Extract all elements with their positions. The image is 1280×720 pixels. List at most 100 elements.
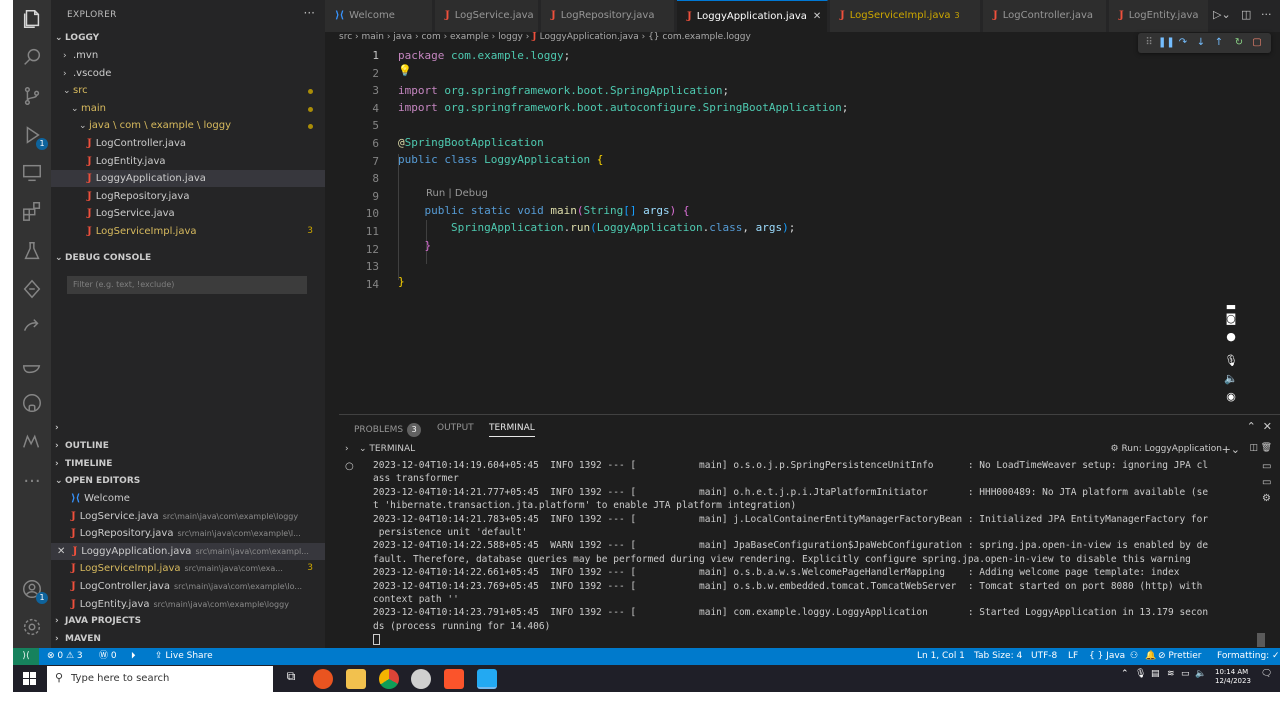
status-prettier[interactable]: ⊘ Prettier (1158, 648, 1202, 665)
ubuntu-app-icon[interactable] (313, 669, 333, 689)
record-icon[interactable]: ● (1221, 330, 1241, 346)
java-projects-section[interactable]: › JAVA PROJECTS (51, 613, 325, 630)
account-icon[interactable]: 1 (20, 578, 48, 604)
breadcrumb-segment[interactable]: java (393, 32, 412, 42)
editor-tab[interactable]: J LoggyApplication.java ✕ (677, 0, 828, 32)
remote-explorer-icon[interactable] (20, 162, 44, 186)
run-file-icon[interactable]: ▷⌄ (1213, 8, 1231, 21)
open-editor-item[interactable]: J LogEntity.java src\main\java\com\example… (51, 596, 325, 613)
editor-more-icon[interactable]: ··· (1261, 8, 1272, 21)
extensions-icon[interactable] (20, 200, 44, 224)
close-panel-icon[interactable]: ✕ (1263, 420, 1272, 433)
source-control-icon[interactable] (20, 85, 44, 109)
status-formatting[interactable]: Formatting: ✓ (1217, 648, 1280, 665)
terminal-toggle-icon[interactable]: › (345, 444, 349, 454)
tray-volume-icon[interactable]: 🔈 (1195, 669, 1206, 679)
tray-microphone-icon[interactable]: 🎙 (1135, 669, 1146, 679)
debug-console-header[interactable]: ⌄ DEBUG CONSOLE (51, 250, 325, 267)
status-tab-size[interactable]: Tab Size: 4 (974, 648, 1022, 665)
file-explorer-icon[interactable] (346, 669, 366, 689)
terminal-run-tab[interactable]: ⚙ Run: LoggyApplication (1111, 444, 1223, 454)
status-cursor[interactable]: Ln 1, Col 1 (917, 648, 965, 665)
tray-wifi-icon[interactable]: ≋ (1167, 669, 1175, 679)
file-tree-item[interactable]: › .mvn (51, 47, 325, 64)
windows-start-icon[interactable] (23, 672, 37, 686)
editor-tab[interactable]: J LogController.java (983, 0, 1107, 32)
status-debug-icon[interactable]: ⏵ (131, 648, 136, 665)
breadcrumb-segment[interactable]: com (421, 32, 440, 42)
breadcrumb-segment[interactable]: src (339, 32, 352, 42)
editor-tab[interactable]: J LogService.java (435, 0, 539, 32)
docker-icon[interactable] (20, 354, 44, 378)
split-editor-icon[interactable]: ◫ (1241, 8, 1251, 21)
tray-clock[interactable]: 10:14 AM 12/4/2023 (1215, 668, 1251, 686)
vscode-taskbar-icon[interactable] (477, 669, 497, 689)
live-share-icon[interactable] (20, 316, 44, 340)
file-tree-item[interactable]: › .vscode (51, 65, 325, 82)
explorer-collapsed-section[interactable]: › (51, 420, 325, 437)
timeline-section[interactable]: › TIMELINE (51, 456, 325, 473)
terminal-side-icon[interactable]: ⚙ (1262, 493, 1271, 504)
camera-icon[interactable]: ◙ (1221, 312, 1241, 328)
project-folder[interactable]: ⌄ LOGGY (51, 30, 325, 47)
outline-section[interactable]: › OUTLINE (51, 438, 325, 455)
breadcrumb-file[interactable]: LoggyApplication.java (540, 32, 639, 42)
breadcrumb-symbol[interactable]: {} com.example.loggy (648, 32, 751, 42)
status-ports[interactable]: Ⓦ 0 (99, 648, 117, 665)
status-language[interactable]: { } Java (1089, 648, 1125, 665)
more-icon[interactable]: ··· (20, 470, 44, 494)
breadcrumb-segment[interactable]: main (361, 32, 384, 42)
github-icon[interactable] (20, 392, 44, 416)
open-editor-item[interactable]: ✕ J LoggyApplication.java src\main\java\co… (51, 542, 325, 560)
webcam-icon[interactable]: ◉ (1221, 390, 1241, 406)
tray-chevron-icon[interactable]: ⌃ (1121, 669, 1129, 679)
debug-filter-input[interactable]: Filter (e.g. text, !exclude) (67, 276, 307, 294)
lightbulb-icon[interactable]: 💡 (398, 64, 412, 77)
status-notify-icon[interactable]: 🔔 (1145, 648, 1156, 665)
split-terminal-icon[interactable]: ◫ (1249, 443, 1258, 453)
settings-gear-icon[interactable] (20, 616, 44, 640)
file-tree-item[interactable]: J LogEntity.java (51, 153, 325, 170)
kill-terminal-icon[interactable]: 🗑 (1261, 443, 1272, 453)
terminal-side-icon[interactable]: ▭ (1262, 461, 1271, 472)
gitlens-icon[interactable] (20, 278, 44, 302)
codelens-run-debug[interactable]: Run | Debug (426, 188, 488, 199)
new-terminal-icon[interactable]: +⌄ (1222, 443, 1240, 456)
breadcrumb-segment[interactable]: loggy (498, 32, 523, 42)
testing-icon[interactable] (20, 240, 44, 264)
status-encoding[interactable]: UTF-8 (1031, 648, 1057, 665)
maven-section[interactable]: › MAVEN (51, 631, 325, 648)
panel-tab[interactable]: TERMINAL (489, 423, 535, 437)
editor-tab[interactable]: J LogEntity.java (1109, 0, 1209, 32)
tray-network-icon[interactable]: ▤ (1151, 669, 1160, 679)
search-icon[interactable] (20, 46, 44, 70)
chrome-icon[interactable] (379, 669, 399, 689)
close-tab-icon[interactable]: ✕ (813, 11, 821, 22)
panel-tab[interactable]: OUTPUT (437, 423, 474, 433)
file-tree-item[interactable]: ⌄ src (51, 82, 325, 99)
terminal-output[interactable]: 2023-12-04T10:14:19.604+05:45 INFO 1392 … (373, 459, 1253, 649)
terminal-side-icon[interactable]: ▭ (1262, 477, 1271, 488)
explorer-icon[interactable] (20, 8, 44, 32)
open-editor-item[interactable]: J LogRepository.java src\main\java\com\exa… (51, 525, 325, 542)
explorer-more-icon[interactable]: ··· (304, 6, 315, 20)
editor-tab[interactable]: ⟩⟨ Welcome (325, 0, 433, 32)
notification-icon[interactable]: 🗨 (1261, 669, 1272, 679)
open-editor-item[interactable]: J LogServiceImpl.java src\main\java\com\ex… (51, 560, 325, 577)
file-tree-item[interactable]: J LogRepository.java (51, 188, 325, 205)
task-view-icon[interactable]: ⧉ (281, 669, 301, 689)
breadcrumb-segment[interactable]: example (450, 32, 489, 42)
status-extension-icon[interactable]: ⚇ (1130, 648, 1138, 665)
maximize-panel-icon[interactable]: ⌃ (1247, 420, 1256, 433)
close-editor-icon[interactable]: ✕ (57, 546, 69, 557)
open-editor-item[interactable]: J LogController.java src\main\java\com\exa… (51, 578, 325, 595)
code-editor[interactable]: 1 2 3 4 5 6 7 8 9 10 11 12 13 14 package com.example.… (339, 46, 1280, 408)
open-editor-item[interactable]: ⟩⟨ Welcome (51, 490, 325, 507)
taskbar-search-input[interactable]: Type here to search (47, 666, 273, 692)
editor-tab[interactable]: J LogRepository.java (541, 0, 675, 32)
github-desktop-icon[interactable] (411, 669, 431, 689)
status-problems[interactable]: ⊗ 0 ⚠ 3 (47, 648, 83, 665)
tray-battery-icon[interactable]: ▭ (1181, 669, 1190, 679)
panel-tab[interactable]: PROBLEMS 3 (354, 423, 422, 437)
file-tree-item[interactable]: J LogServiceImpl.java 3 (51, 223, 325, 240)
